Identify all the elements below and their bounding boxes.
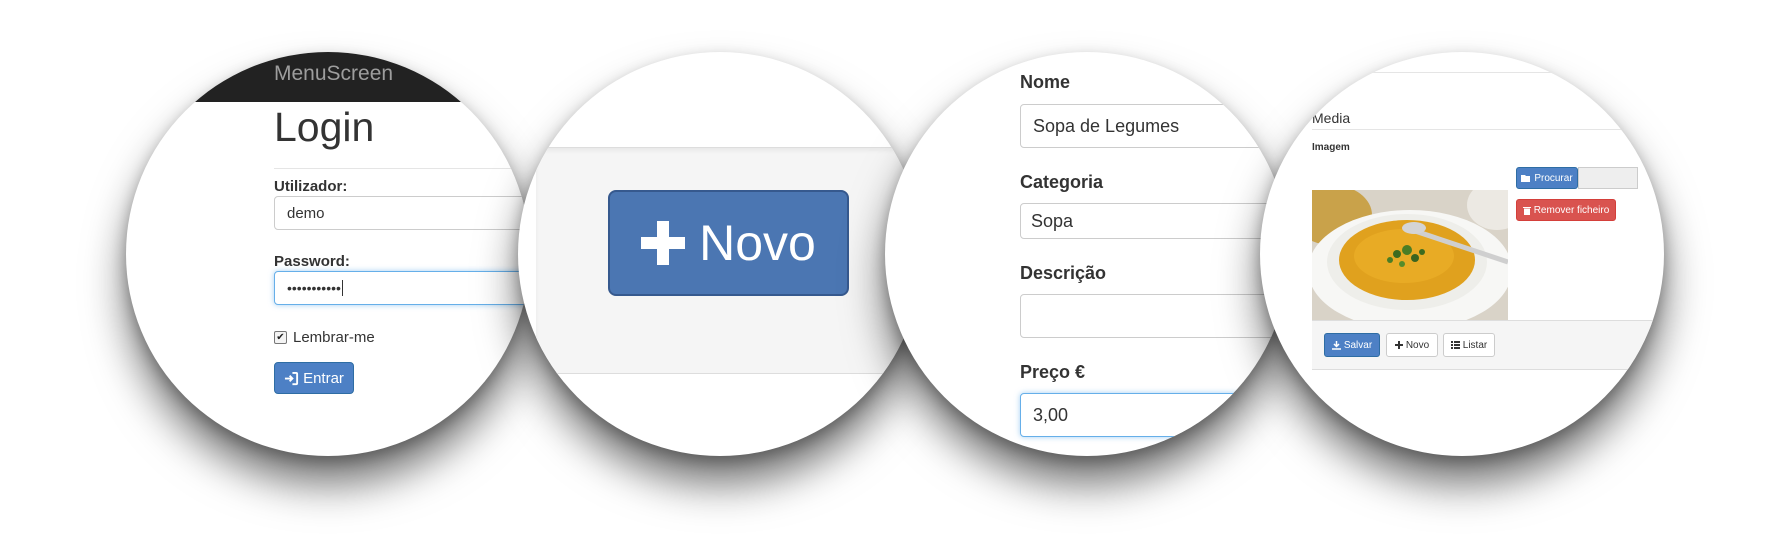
list-button-label: Listar [1462,339,1488,351]
password-field[interactable]: ••••••••••• [274,271,530,305]
media-section-label: Media [1312,110,1351,126]
remember-checkbox[interactable]: ✔ [274,331,287,344]
username-field[interactable]: demo [274,196,530,230]
brand-link[interactable]: MenuScreen [274,62,393,86]
login-button[interactable]: Entrar [274,362,354,394]
download-icon [1331,340,1341,350]
new-button-label: Novo [699,215,816,271]
soup-image [1312,190,1508,320]
save-button[interactable]: Salvar [1324,333,1380,357]
sign-in-icon [285,371,299,385]
list-icon [1450,341,1460,349]
divider [1312,72,1664,73]
plus-icon [1394,341,1403,349]
new-button-zoom-circle: Novo [518,52,922,456]
remove-file-button-label: Remover ficheiro [1533,204,1610,216]
divider [1312,129,1664,130]
name-label: Nome [1020,72,1071,92]
media-zoom-circle: Media Imagem Procurar Remover ficheiro S… [1260,52,1664,456]
soup-photo [1312,190,1508,320]
username-label: Utilizador: [274,178,348,195]
price-label: Preço € [1020,362,1086,382]
list-button[interactable]: Listar [1443,333,1495,357]
page-title: Login [274,104,375,150]
login-zoom-circle: MenuScreen Login Utilizador: demo Passwo… [126,52,530,456]
password-value: ••••••••••• [287,280,341,296]
login-button-label: Entrar [303,369,344,387]
remember-label: Lembrar-me [293,329,375,346]
new-button[interactable]: Novo [608,190,849,296]
category-select[interactable]: Sopa [1020,203,1289,239]
navbar: MenuScreen [126,52,530,102]
new-button-label: Novo [1405,339,1430,351]
file-name-field[interactable] [1578,167,1638,189]
plus-icon [641,221,686,265]
form-zoom-circle: Nome Sopa de Legumes Categoria Sopa Desc… [885,52,1289,456]
text-cursor [341,280,343,296]
form-actions-bar: Salvar Novo Listar [1312,320,1664,370]
name-field[interactable]: Sopa de Legumes [1020,104,1289,148]
browse-button[interactable]: Procurar [1516,167,1578,189]
description-label: Descrição [1020,263,1107,283]
divider [274,168,530,169]
save-button-label: Salvar [1343,339,1373,351]
description-field[interactable] [1020,294,1289,338]
category-label: Categoria [1020,172,1104,192]
browse-button-label: Procurar [1534,172,1573,184]
password-label: Password: [274,253,350,270]
new-button[interactable]: Novo [1386,333,1438,357]
folder-open-icon [1521,174,1531,182]
price-field[interactable]: 3,00 [1020,393,1240,437]
trash-icon [1522,206,1531,215]
remove-file-button[interactable]: Remover ficheiro [1516,199,1616,221]
image-label: Imagem [1312,142,1350,153]
